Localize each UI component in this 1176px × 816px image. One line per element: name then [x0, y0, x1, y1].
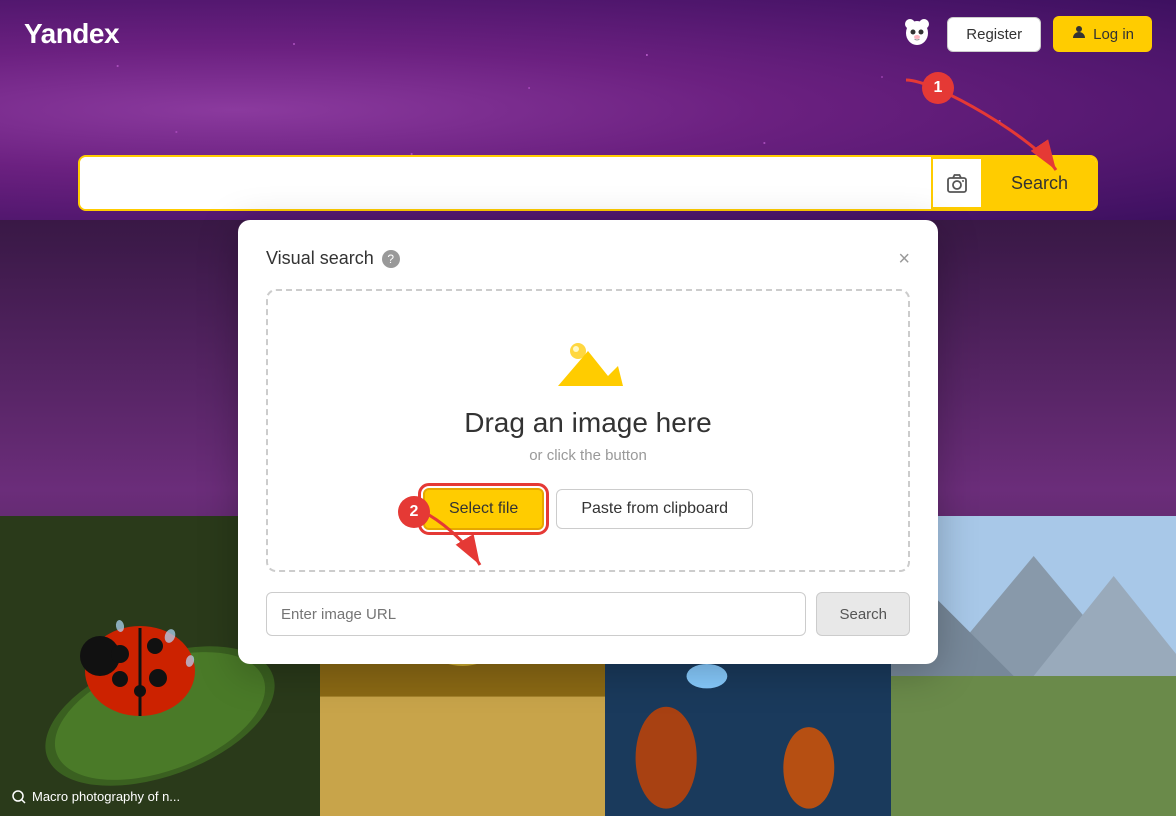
close-button[interactable]: × — [898, 249, 910, 269]
image-label-1: Macro photography of n... — [12, 789, 180, 804]
paste-clipboard-button[interactable]: Paste from clipboard — [556, 489, 753, 529]
help-icon[interactable]: ? — [382, 250, 400, 268]
user-icon — [1071, 24, 1087, 44]
drop-buttons: Select file Paste from clipboard — [288, 488, 888, 530]
header-right: Register Log in — [899, 13, 1152, 56]
image-upload-icon — [553, 331, 623, 391]
search-input[interactable] — [80, 157, 931, 209]
annotation-2: 2 — [398, 496, 430, 528]
annotation-circle-1: 1 — [922, 72, 954, 104]
annotation-1: 1 — [922, 72, 954, 104]
url-search-button[interactable]: Search — [816, 592, 910, 636]
modal-title: Visual search ? — [266, 248, 400, 269]
search-area: Search — [78, 155, 1098, 211]
drop-zone[interactable]: Drag an image here or click the button S… — [266, 289, 910, 572]
bear-icon[interactable] — [899, 13, 935, 56]
select-file-button[interactable]: Select file — [423, 488, 544, 530]
url-row: Search — [266, 592, 910, 636]
search-button[interactable]: Search — [983, 157, 1096, 209]
camera-button[interactable] — [931, 157, 983, 209]
visual-search-modal: Visual search ? × Drag an image here or … — [238, 220, 938, 664]
url-input[interactable] — [266, 592, 806, 636]
drag-text: Drag an image here — [288, 407, 888, 439]
logo: Yandex — [24, 18, 119, 50]
modal-header: Visual search ? × — [266, 248, 910, 269]
register-button[interactable]: Register — [947, 17, 1041, 52]
header: Yandex Register Log in — [0, 0, 1176, 68]
or-text: or click the button — [288, 447, 888, 464]
search-bar: Search — [78, 155, 1098, 211]
annotation-circle-2: 2 — [398, 496, 430, 528]
login-button[interactable]: Log in — [1053, 16, 1152, 52]
